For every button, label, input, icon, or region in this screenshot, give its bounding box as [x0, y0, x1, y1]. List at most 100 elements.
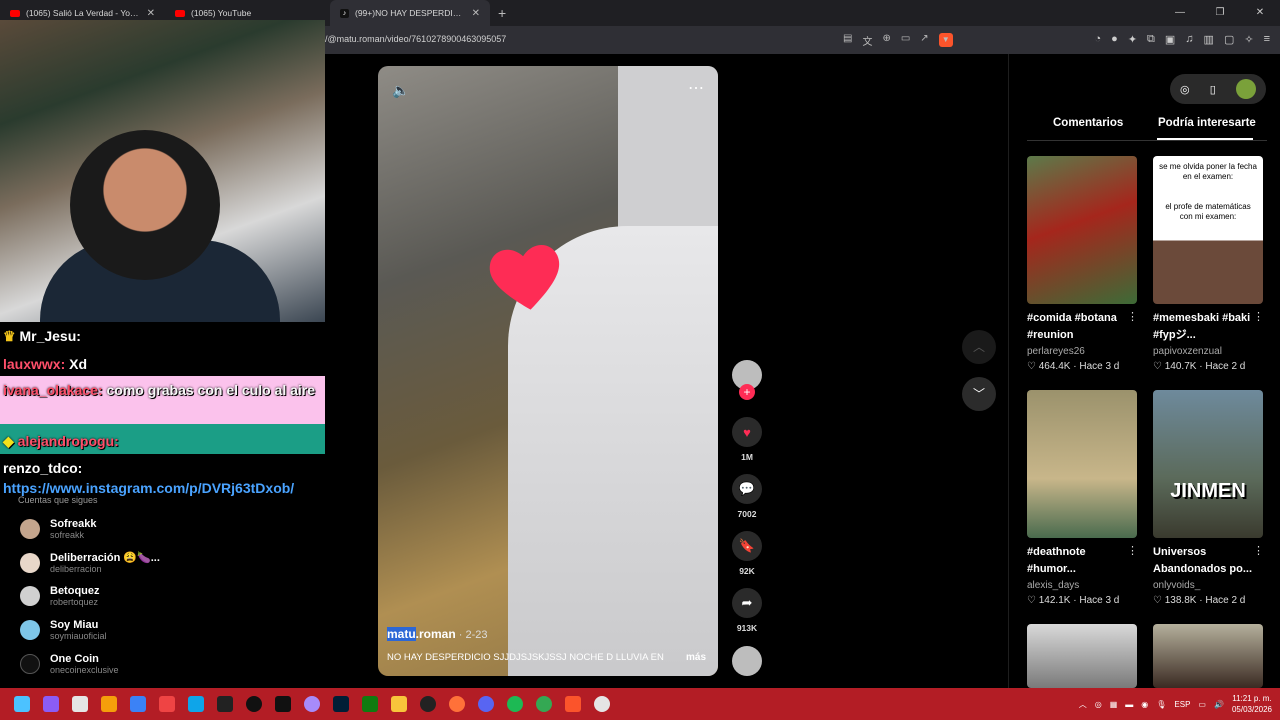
spotify-icon[interactable] — [507, 696, 523, 712]
profile-avatar[interactable] — [1235, 79, 1256, 99]
app-icon[interactable] — [304, 696, 320, 712]
chevron-up-icon[interactable]: ︿ — [1079, 699, 1087, 710]
video-card-user[interactable]: alexis_days — [1027, 580, 1079, 591]
browser-tab-active[interactable]: ♪ (99+)NO HAY DESPERDICIO S ✕ — [330, 0, 490, 26]
video-player[interactable]: 🔈 ⋯ matu.roman · 2-23 NO HAY DESPERDICIO… — [378, 66, 718, 676]
xbox-icon[interactable] — [362, 696, 378, 712]
app-icon[interactable] — [420, 696, 436, 712]
zoom-icon[interactable]: ⊕ — [882, 33, 890, 48]
app-icon[interactable] — [43, 696, 59, 712]
following-account[interactable]: Betoquez robertoquez — [20, 585, 100, 607]
app-icon[interactable] — [130, 696, 146, 712]
tab-suggested[interactable]: Podría interesarte — [1158, 117, 1256, 129]
app-icon[interactable] — [246, 696, 262, 712]
more-options-icon[interactable]: ⋮ — [1253, 310, 1264, 323]
bookmark-icon[interactable]: 🔖 — [732, 531, 762, 561]
new-tab-button[interactable]: + — [498, 5, 506, 21]
extension-icon[interactable]: ✦ — [1128, 33, 1137, 46]
video-thumbnail[interactable]: se me olvida poner la fecha en el examen… — [1153, 156, 1263, 304]
video-card-title[interactable]: Universos Abandonados po... — [1153, 544, 1253, 578]
creator-avatar[interactable]: + — [732, 360, 762, 400]
app-icon[interactable] — [101, 696, 117, 712]
comment-action[interactable]: 💬 7002 — [732, 474, 762, 519]
app-icon[interactable] — [594, 696, 610, 712]
folder-icon[interactable] — [391, 696, 407, 712]
video-thumbnail[interactable]: JINMEN — [1153, 390, 1263, 538]
video-card-title[interactable]: #memesbaki #baki #fypジ... — [1153, 310, 1253, 344]
leo-icon[interactable]: ✧ — [1244, 33, 1253, 46]
heart-icon[interactable]: ♥ — [732, 417, 762, 447]
cast-icon[interactable]: ▭ — [901, 33, 910, 48]
app-icon[interactable] — [188, 696, 204, 712]
video-thumbnail[interactable] — [1027, 156, 1137, 304]
tab-comments[interactable]: Comentarios — [1053, 117, 1123, 129]
more-options-icon[interactable]: ⋯ — [688, 78, 704, 98]
wallet-icon[interactable]: ▣ — [1165, 33, 1175, 46]
network-icon[interactable]: ▭ — [1198, 700, 1206, 709]
extension-icon[interactable]: ● — [1111, 33, 1118, 46]
more-options-icon[interactable]: ⋮ — [1127, 544, 1138, 557]
audio-icon[interactable]: ◔ — [1095, 33, 1102, 46]
share-action[interactable]: ➦ 913K — [732, 588, 762, 633]
next-video-button[interactable]: ﹀ — [962, 377, 996, 411]
wallet-icon[interactable]: ▢ — [1224, 33, 1234, 46]
tray-icon[interactable]: ◎ — [1095, 700, 1102, 709]
translate-icon[interactable]: 文 — [862, 33, 872, 48]
like-action[interactable]: ♥ 1M — [732, 417, 762, 462]
close-icon[interactable]: ✕ — [147, 8, 155, 19]
music-disc[interactable] — [732, 646, 762, 676]
comment-icon[interactable]: 💬 — [732, 474, 762, 504]
app-icon[interactable] — [217, 696, 233, 712]
brave-icon[interactable] — [565, 696, 581, 712]
follow-plus-icon[interactable]: + — [739, 384, 755, 400]
phone-icon[interactable]: ▯ — [1210, 83, 1216, 96]
more-options-icon[interactable]: ⋮ — [1253, 544, 1264, 557]
app-icon[interactable] — [72, 696, 88, 712]
discord-icon[interactable] — [478, 696, 494, 712]
close-window-button[interactable]: ✕ — [1240, 0, 1280, 26]
video-card-user[interactable]: perlareyes26 — [1027, 346, 1085, 357]
compass-icon[interactable]: ◎ — [1180, 83, 1190, 96]
app-icon[interactable] — [159, 696, 175, 712]
following-account[interactable]: One Coin onecoinexclusive — [20, 653, 119, 675]
tray-icon[interactable]: ▬ — [1125, 700, 1133, 709]
share-icon[interactable]: ➦ — [732, 588, 762, 618]
maximize-button[interactable]: ❐ — [1200, 0, 1240, 26]
app-icon[interactable] — [275, 696, 291, 712]
close-icon[interactable]: ✕ — [472, 8, 480, 19]
chrome-icon[interactable] — [536, 696, 552, 712]
sidebar-icon[interactable]: ▥ — [1204, 33, 1214, 46]
steam-icon[interactable]: ◉ — [1141, 700, 1148, 709]
clock[interactable]: 11:21 p. m. 05/03/2026 — [1232, 693, 1272, 715]
menu-icon[interactable]: ≡ — [1264, 33, 1270, 46]
chat-link[interactable]: https://www.instagram.com/p/DVRj63tDxob/ — [3, 480, 294, 496]
volume-icon[interactable]: 🔈 — [392, 82, 409, 99]
save-action[interactable]: 🔖 92K — [732, 531, 762, 576]
video-card-user[interactable]: onlyvoids_ — [1153, 580, 1200, 591]
brave-shields-icon[interactable]: ▼ — [938, 33, 953, 47]
following-account[interactable]: Deliberración 😩🍆... deliberracion — [20, 551, 160, 574]
url-input[interactable]: /@matu.roman/video/7610278900463095057 — [325, 34, 506, 44]
media-icon[interactable]: ♫ — [1185, 33, 1193, 46]
more-button[interactable]: más — [686, 652, 706, 663]
microphone-icon[interactable]: 🎙 — [1156, 700, 1166, 709]
video-card-user[interactable]: papivoxzenzual — [1153, 346, 1222, 357]
video-card-title[interactable]: #comida #botana #reunion — [1027, 310, 1127, 344]
more-options-icon[interactable]: ⋮ — [1127, 310, 1138, 323]
minimize-button[interactable]: — — [1160, 0, 1200, 26]
tray-icon[interactable]: ▦ — [1110, 700, 1118, 709]
video-thumbnail[interactable] — [1027, 624, 1137, 688]
volume-icon[interactable]: 🔊 — [1214, 700, 1224, 709]
start-icon[interactable] — [14, 696, 30, 712]
previous-video-button[interactable]: ︿ — [962, 330, 996, 364]
video-thumbnail[interactable] — [1153, 624, 1263, 688]
video-card-title[interactable]: #deathnote #humor... — [1027, 544, 1127, 578]
language-indicator[interactable]: ESP — [1174, 700, 1190, 709]
reader-mode-icon[interactable]: ▤ — [843, 33, 852, 48]
photoshop-icon[interactable] — [333, 696, 349, 712]
following-account[interactable]: Soy Miau soymiauoficial — [20, 619, 107, 641]
following-account[interactable]: Sofreakk sofreakk — [20, 518, 96, 540]
extensions-icon[interactable]: ⧉ — [1147, 33, 1155, 46]
firefox-icon[interactable] — [449, 696, 465, 712]
video-author[interactable]: matu.roman · 2-23 — [387, 627, 487, 641]
